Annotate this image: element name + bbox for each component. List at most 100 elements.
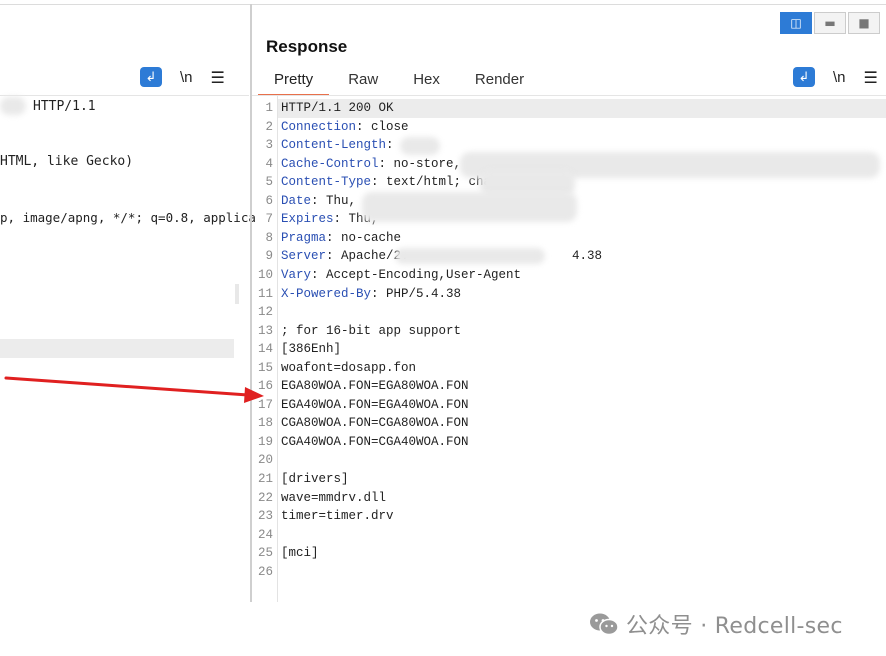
- line-number: 6: [265, 193, 273, 208]
- code-line: 1 HTTP/1.1 200 OK: [252, 99, 886, 118]
- code-line: 2 Connection: close: [252, 118, 886, 137]
- view-layout-toggle: ◫ ▬ ■: [780, 12, 880, 34]
- line-number: 13: [257, 323, 273, 338]
- tab-render[interactable]: Render: [459, 66, 540, 94]
- body-text: timer=timer.drv: [281, 509, 394, 524]
- hamburger-menu-icon: ☰: [863, 67, 878, 87]
- line-number: 3: [265, 138, 273, 153]
- code-line: 21 [drivers]: [252, 470, 886, 489]
- annotation-arrow-head: [244, 387, 264, 403]
- line-number: 1: [265, 101, 273, 115]
- request-pane: ↲ \n ☰ HTTP/1.1 HTML, like Gecko) p, ima…: [0, 0, 256, 600]
- header-name: Connection: [281, 119, 357, 134]
- watermark: 公众号 · Redcell-sec: [589, 608, 843, 640]
- request-show-newlines-button[interactable]: \n: [180, 69, 193, 86]
- code-line: 16 EGA80WOA.FON=EGA80WOA.FON: [252, 377, 886, 396]
- request-line: HTML, like Gecko): [0, 154, 134, 169]
- line-number: 5: [265, 175, 273, 190]
- code-line: 24: [252, 526, 886, 545]
- header-name: Date: [281, 193, 312, 208]
- body-text: [mci]: [281, 546, 319, 561]
- single-view-button[interactable]: ■: [848, 12, 880, 34]
- tab-hex[interactable]: Hex: [397, 66, 456, 94]
- single-view-icon: ■: [858, 16, 870, 30]
- request-toolbar-separator: [0, 95, 249, 96]
- header-value: : PHP/5.4.38: [371, 286, 462, 301]
- code-line: 23 timer=timer.drv: [252, 507, 886, 526]
- request-line: HTTP/1.1: [33, 99, 96, 114]
- wrap-lines-icon: ↲: [798, 69, 810, 85]
- header-value: : no-cache: [326, 230, 402, 245]
- body-text: CGA40WOA.FON=CGA40WOA.FON: [281, 434, 469, 449]
- code-line: 22 wave=mmdrv.dll: [252, 489, 886, 508]
- line-number: 14: [257, 342, 273, 357]
- body-text: woafont=dosapp.fon: [281, 360, 417, 375]
- watermark-text: 公众号 · Redcell-sec: [626, 614, 843, 639]
- split-view-icon: ◫: [790, 16, 802, 30]
- line-number: 9: [265, 249, 273, 264]
- request-wrap-lines-button[interactable]: ↲: [140, 67, 162, 87]
- line-number: 11: [257, 286, 273, 301]
- line-number: 18: [257, 416, 273, 431]
- header-value: : Accept-Encoding,User-Agent: [311, 267, 522, 282]
- request-scrollbar[interactable]: [235, 284, 239, 304]
- header-value: : no-store,: [378, 156, 462, 171]
- response-toolbar-separator: [252, 95, 886, 96]
- request-toolbar: ↲ \n ☰: [140, 66, 225, 88]
- request-line: p, image/apng, */*; q=0.8, applica: [0, 210, 256, 225]
- header-name: Vary: [281, 267, 312, 282]
- body-text: CGA80WOA.FON=CGA80WOA.FON: [281, 416, 469, 431]
- response-wrap-lines-button[interactable]: ↲: [793, 67, 815, 87]
- line-number: 26: [257, 564, 273, 579]
- line-number: 19: [257, 434, 273, 449]
- code-line: 26: [252, 563, 886, 582]
- annotation-arrow-shaft: [4, 376, 250, 397]
- body-text: [drivers]: [281, 472, 349, 486]
- header-value: : Thu,: [311, 193, 357, 208]
- body-text: ; for 16-bit app support: [281, 323, 462, 338]
- wrap-lines-icon: ↲: [145, 69, 157, 85]
- redaction-blur: [0, 97, 26, 115]
- redaction-blur: [362, 192, 577, 222]
- body-text: HTTP/1.1 200 OK: [281, 101, 394, 115]
- response-menu-button[interactable]: ☰: [864, 68, 878, 87]
- header-name: Cache-Control: [281, 156, 379, 171]
- response-tabs: Pretty Raw Hex Render: [258, 66, 543, 96]
- request-menu-button[interactable]: ☰: [211, 68, 225, 87]
- code-line: 9 Server: Apache/2. 4.38: [252, 247, 886, 266]
- response-title: Response: [266, 37, 348, 56]
- request-selected-line: [0, 339, 234, 358]
- tab-raw[interactable]: Raw: [332, 66, 394, 94]
- line-number: 24: [257, 527, 273, 542]
- line-number: 20: [257, 453, 273, 468]
- line-number: 21: [257, 472, 273, 486]
- code-line: 10 Vary: Accept-Encoding,User-Agent: [252, 266, 886, 285]
- tab-pretty[interactable]: Pretty: [258, 66, 330, 96]
- header-value: : close: [356, 119, 409, 134]
- response-show-newlines-button[interactable]: \n: [833, 69, 846, 86]
- code-line: 15 woafont=dosapp.fon: [252, 359, 886, 378]
- header-name: Server: [281, 249, 327, 264]
- body-text: [386Enh]: [281, 342, 342, 357]
- code-line: 14 [386Enh]: [252, 340, 886, 359]
- code-line: 11 X-Powered-By: PHP/5.4.38: [252, 285, 886, 304]
- body-text: EGA40WOA.FON=EGA40WOA.FON: [281, 397, 469, 412]
- header-name: Content-Type: [281, 175, 372, 190]
- header-value-fragment: 4.38: [572, 249, 603, 264]
- header-name: Content-Length: [281, 138, 387, 153]
- line-number: 10: [257, 267, 273, 282]
- line-number: 22: [257, 490, 273, 505]
- hamburger-menu-icon: ☰: [210, 67, 225, 87]
- split-view-button[interactable]: ◫: [780, 12, 812, 34]
- horizontal-view-button[interactable]: ▬: [814, 12, 846, 34]
- line-number: 25: [257, 546, 273, 561]
- body-text: wave=mmdrv.dll: [281, 490, 387, 505]
- code-line: 13 ; for 16-bit app support: [252, 322, 886, 341]
- header-name: Pragma: [281, 230, 327, 245]
- header-name: X-Powered-By: [281, 286, 372, 301]
- code-line: 25 [mci]: [252, 544, 886, 563]
- code-line: 18 CGA80WOA.FON=CGA80WOA.FON: [252, 414, 886, 433]
- header-name: Expires: [281, 212, 334, 227]
- line-number: 4: [265, 156, 273, 171]
- line-number: 12: [257, 305, 273, 320]
